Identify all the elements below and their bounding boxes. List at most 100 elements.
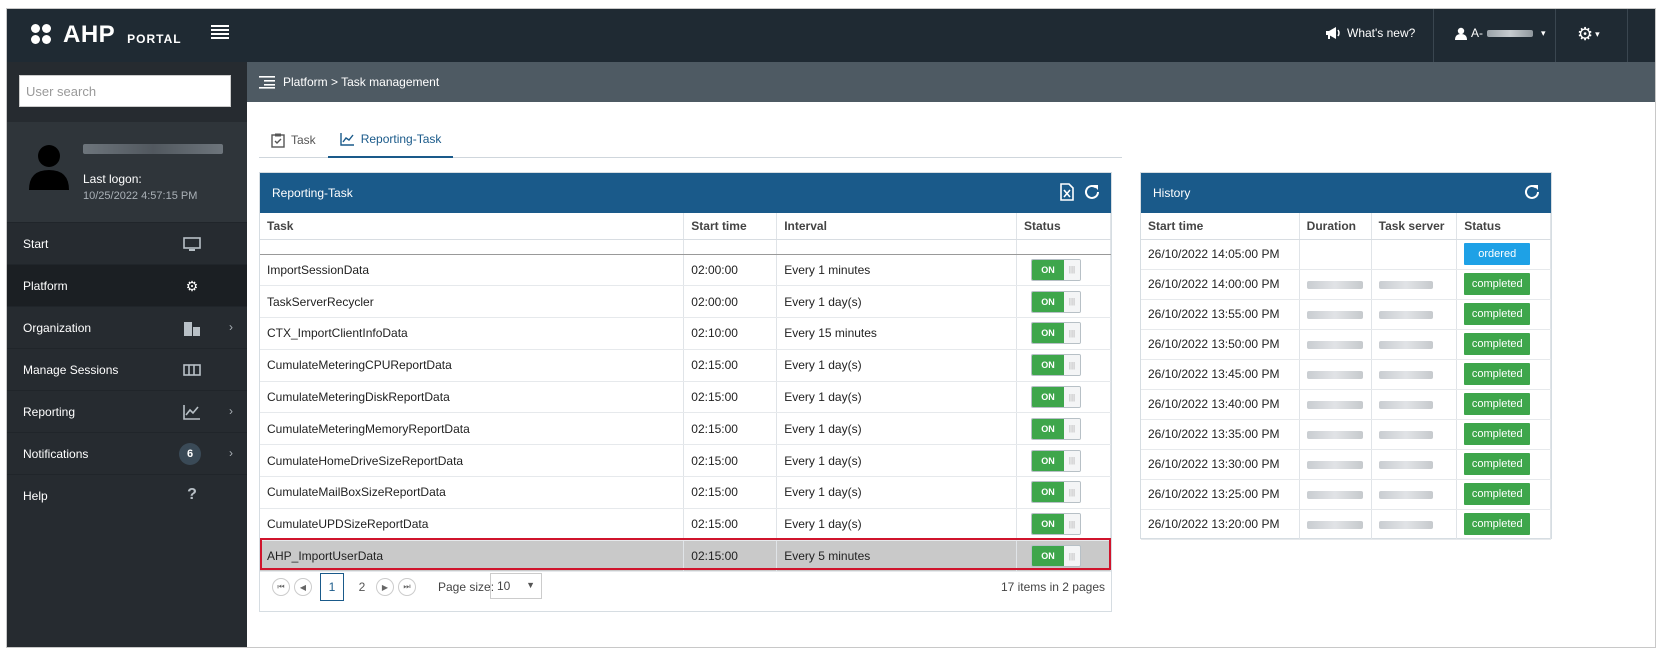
blurred-value — [1378, 460, 1433, 469]
status-cell: ON ||| — [1016, 476, 1111, 509]
monitor-icon — [183, 237, 201, 251]
status-badge: completed — [1464, 303, 1531, 325]
settings-menu-button[interactable]: ⚙ ▾ — [1577, 24, 1600, 45]
menu-toggle-icon[interactable] — [211, 25, 229, 43]
table-row[interactable]: CumulateHomeDriveSizeReportData 02:15:00 E… — [260, 444, 1111, 478]
table-row[interactable]: CumulateMeteringDiskReportData 02:15:00 Ev… — [260, 381, 1111, 414]
sidebar-item-reporting[interactable]: Reporting › — [7, 390, 247, 432]
blurred-value — [1378, 490, 1433, 499]
status-cell: ON ||| — [1016, 285, 1111, 319]
tab-task[interactable]: Task — [259, 122, 328, 158]
table-row[interactable]: 26/10/2022 13:45:00 PM completed — [1141, 359, 1551, 390]
sidebar-item-label: Platform — [23, 278, 68, 293]
chart-icon — [183, 405, 200, 420]
prev-page-button[interactable]: ◀ — [294, 578, 312, 596]
status-badge: completed — [1464, 273, 1531, 295]
table-row[interactable]: CumulateMailBoxSizeReportData 02:15:00 Eve… — [260, 476, 1111, 509]
page-1-button[interactable]: 1 — [320, 573, 344, 601]
status-toggle[interactable]: ON ||| — [1031, 386, 1081, 409]
sidebar-item-manage-sessions[interactable]: Manage Sessions — [7, 348, 247, 390]
column-header-duration[interactable]: Duration — [1299, 213, 1372, 240]
status-toggle[interactable]: ON ||| — [1031, 322, 1081, 345]
table-row[interactable]: 26/10/2022 13:30:00 PM completed — [1141, 449, 1551, 480]
history-status-cell: completed — [1456, 479, 1551, 510]
user-menu-button[interactable]: A- ▾ — [1455, 26, 1546, 40]
filter-cell[interactable] — [1016, 239, 1111, 255]
table-row[interactable]: 26/10/2022 14:00:00 PM completed — [1141, 269, 1551, 300]
status-toggle[interactable]: ON ||| — [1031, 290, 1081, 313]
ahp-portal-logo[interactable]: AHP PORTAL — [31, 21, 182, 49]
column-header-start-time[interactable]: Start time — [1141, 213, 1300, 240]
history-status-cell: ordered — [1456, 239, 1551, 270]
last-logon-value: 10/25/2022 4:57:15 PM — [83, 190, 198, 202]
status-cell: ON ||| — [1016, 412, 1111, 446]
column-header-task[interactable]: Task — [260, 213, 685, 240]
start-time-cell: 02:15:00 — [683, 412, 778, 446]
sidebar-item-organization[interactable]: Organization › — [7, 306, 247, 348]
user-search-input[interactable] — [19, 75, 231, 107]
breadcrumb: Platform > Task management — [283, 75, 440, 89]
column-header-status[interactable]: Status — [1016, 213, 1111, 240]
table-row[interactable]: AHP_ImportUserData 02:15:00 Every 5 minute… — [260, 540, 1111, 573]
status-toggle[interactable]: ON ||| — [1031, 513, 1081, 536]
task-name-cell: TaskServerRecycler — [260, 285, 685, 319]
toggle-on-label: ON — [1032, 450, 1064, 471]
refresh-icon[interactable] — [1083, 183, 1101, 201]
status-cell: ON ||| — [1016, 444, 1111, 478]
tab-reporting-task[interactable]: Reporting-Task — [327, 122, 454, 158]
table-row[interactable]: 26/10/2022 13:50:00 PM completed — [1141, 329, 1551, 360]
filter-cell[interactable] — [260, 239, 685, 255]
next-page-button[interactable]: ▶ — [376, 578, 394, 596]
table-row[interactable]: 26/10/2022 14:05:00 PM ordered — [1141, 239, 1551, 270]
column-header-status[interactable]: Status — [1456, 213, 1551, 240]
history-server-cell — [1371, 329, 1458, 360]
history-server-cell — [1371, 479, 1458, 510]
table-row[interactable]: CTX_ImportClientInfoData 02:10:00 Every 15… — [260, 317, 1111, 350]
filter-cell[interactable] — [683, 239, 778, 255]
export-excel-icon[interactable] — [1059, 183, 1075, 201]
table-row[interactable]: 26/10/2022 13:55:00 PM completed — [1141, 299, 1551, 330]
table-row[interactable]: CumulateUPDSizeReportData 02:15:00 Every 1… — [260, 508, 1111, 541]
sidebar-item-label: Start — [23, 236, 49, 251]
avatar-icon — [29, 145, 69, 190]
table-row[interactable]: 26/10/2022 13:40:00 PM completed — [1141, 389, 1551, 420]
table-row[interactable]: 26/10/2022 13:25:00 PM completed — [1141, 479, 1551, 510]
column-header-task-server[interactable]: Task server — [1371, 213, 1458, 240]
status-toggle[interactable]: ON ||| — [1031, 258, 1081, 281]
table-row[interactable]: 26/10/2022 13:35:00 PM completed — [1141, 419, 1551, 450]
history-start-cell: 26/10/2022 13:25:00 PM — [1141, 479, 1300, 510]
sidebar-item-platform[interactable]: Platform ⚙ — [7, 264, 247, 306]
table-row[interactable]: CumulateMeteringCPUReportData 02:15:00 Eve… — [260, 349, 1111, 382]
start-time-cell: 02:15:00 — [683, 444, 778, 478]
status-toggle[interactable]: ON ||| — [1031, 481, 1081, 504]
table-row[interactable]: ImportSessionData 02:00:00 Every 1 minutes… — [260, 254, 1111, 287]
column-header-start-time[interactable]: Start time — [683, 213, 778, 240]
panel-header: History — [1141, 173, 1551, 213]
sidebar-item-start[interactable]: Start — [7, 222, 247, 264]
table-row[interactable]: TaskServerRecycler 02:00:00 Every 1 day(s)… — [260, 285, 1111, 319]
last-page-button[interactable]: ⏭ — [398, 578, 416, 596]
interval-cell: Every 1 day(s) — [776, 381, 1017, 414]
table-row[interactable]: CumulateMeteringMemoryReportData 02:15:00… — [260, 412, 1111, 446]
list-indent-icon[interactable] — [259, 75, 275, 89]
history-duration-cell — [1299, 479, 1372, 510]
sidebar-item-help[interactable]: Help ? — [7, 474, 247, 516]
status-badge: completed — [1464, 423, 1531, 445]
history-status-cell: completed — [1456, 509, 1551, 540]
refresh-icon[interactable] — [1523, 183, 1541, 201]
status-toggle[interactable]: ON ||| — [1031, 354, 1081, 377]
status-badge: completed — [1464, 333, 1531, 355]
table-row[interactable]: 26/10/2022 13:20:00 PM completed — [1141, 509, 1551, 540]
page-info: 17 items in 2 pages — [1000, 580, 1105, 594]
whats-new-button[interactable]: What's new? — [1325, 26, 1415, 40]
first-page-button[interactable]: ⏮ — [272, 578, 290, 596]
page-size-select[interactable]: 10 ▼ — [490, 573, 542, 599]
status-toggle[interactable]: ON ||| — [1031, 449, 1081, 472]
filter-cell[interactable] — [776, 239, 1017, 255]
history-status-cell: completed — [1456, 329, 1551, 360]
sidebar-item-notifications[interactable]: Notifications 6 › — [7, 432, 247, 474]
status-toggle[interactable]: ON ||| — [1031, 417, 1081, 440]
page-2-button[interactable]: 2 — [350, 573, 374, 601]
column-header-interval[interactable]: Interval — [776, 213, 1017, 240]
status-toggle[interactable]: ON ||| — [1031, 545, 1081, 568]
